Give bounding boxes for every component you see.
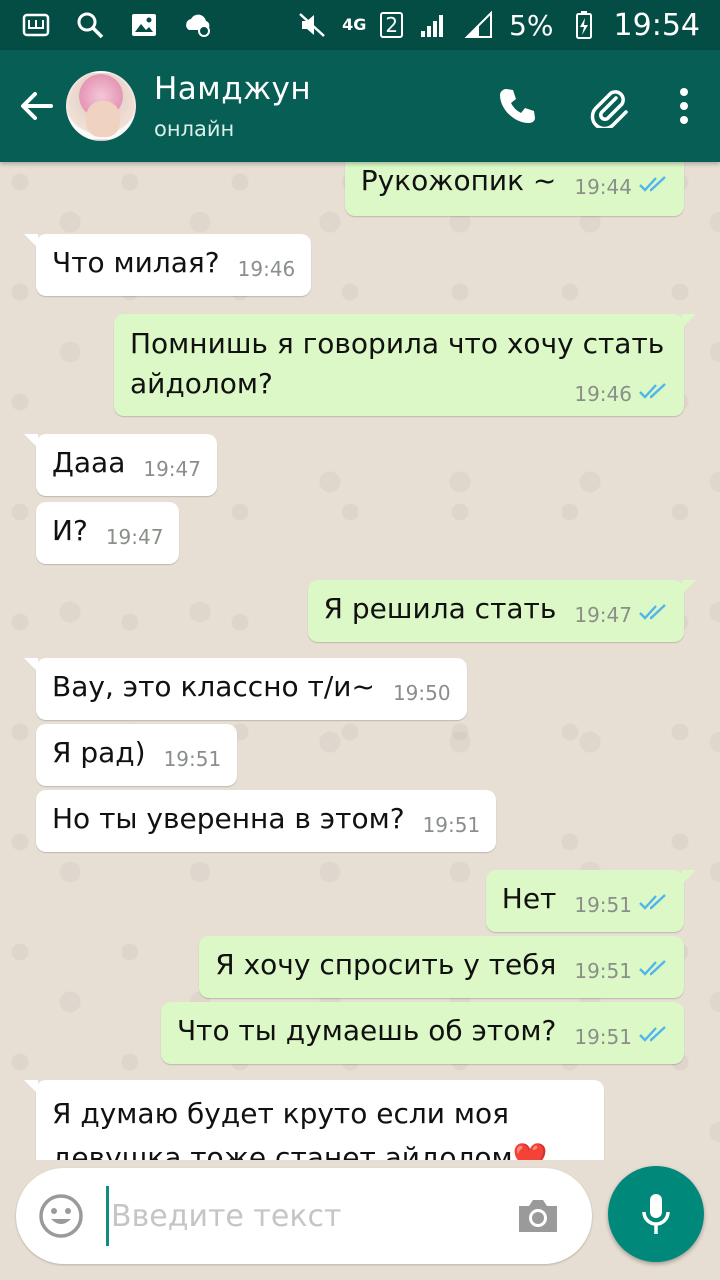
microphone-icon — [642, 1194, 670, 1234]
sim-app-icon — [20, 9, 52, 41]
message-incoming[interactable]: Что милая? 19:46 — [23, 234, 312, 296]
message-time: 19:46 — [237, 257, 296, 281]
signal-2-icon — [463, 9, 495, 41]
read-ticks-icon — [638, 881, 668, 923]
message-time: 19:50 — [392, 681, 451, 705]
more-options-button[interactable] — [678, 86, 690, 126]
message-time: 19:46 — [574, 382, 632, 406]
mute-icon — [296, 9, 328, 41]
contact-info[interactable]: Намджун онлайн — [154, 71, 311, 141]
message-text: Вау, это классно т/и~ — [52, 670, 375, 703]
message-outgoing[interactable]: Что ты думаешь об этом? 19:51 — [160, 1002, 684, 1064]
message-incoming[interactable]: Вау, это классно т/и~ 19:50 — [24, 658, 467, 720]
message-time: 19:47 — [574, 603, 632, 627]
message-text: Я хочу спросить у тебя — [215, 948, 557, 981]
battery-icon — [568, 9, 600, 41]
emoji-icon — [39, 1194, 83, 1238]
message-time: 19:47 — [105, 525, 164, 549]
contact-name: Намджун — [154, 71, 312, 107]
message-time: 19:51 — [163, 747, 222, 771]
message-text: Рукожопик ~ — [360, 164, 557, 197]
message-text: И? — [52, 514, 88, 547]
back-button[interactable] — [10, 76, 64, 136]
message-outgoing[interactable]: Я хочу спросить у тебя 19:51 — [199, 936, 684, 998]
message-incoming[interactable]: И? 19:47 — [36, 502, 180, 564]
cloud-settings-icon — [182, 9, 214, 41]
avatar[interactable] — [66, 71, 136, 141]
message-incoming[interactable]: Но ты уверенна в этом? 19:51 — [36, 790, 497, 852]
contact-status: онлайн — [154, 117, 235, 141]
more-vert-icon — [680, 88, 688, 124]
message-time: 19:51 — [574, 893, 632, 917]
message-time: 19:51 — [574, 1025, 632, 1049]
message-incoming[interactable]: Я думаю будет круто если моя девушка тож… — [24, 1080, 604, 1160]
read-ticks-icon — [638, 371, 668, 411]
message-text: Я решила стать — [323, 592, 557, 625]
message-text: Нет — [501, 882, 557, 915]
call-button[interactable] — [496, 85, 538, 127]
message-outgoing[interactable]: Я решила стать 19:47 — [307, 580, 697, 642]
message-input[interactable] — [106, 1186, 498, 1246]
emoji-button[interactable] — [16, 1193, 106, 1239]
attachment-icon — [590, 90, 628, 128]
chat-messages[interactable]: Рукожопик ~ 19:44 Что милая? 19:46 Помнишь… — [0, 162, 720, 1160]
message-time: 19:47 — [143, 457, 201, 481]
message-text: Но ты уверенна в этом? — [52, 802, 405, 835]
message-text: Что ты думаешь об этом? — [176, 1014, 557, 1047]
message-time: 19:51 — [422, 813, 481, 837]
message-text: Я рад) — [52, 736, 146, 769]
status-clock: 19:54 — [613, 7, 700, 43]
message-outgoing[interactable]: Нет 19:51 — [485, 870, 697, 932]
search-icon — [74, 9, 106, 41]
camera-button[interactable] — [498, 1196, 578, 1236]
read-ticks-icon — [638, 591, 668, 633]
message-text: Дааа — [52, 446, 126, 479]
read-ticks-icon — [638, 947, 668, 989]
message-incoming[interactable]: Я рад) 19:51 — [36, 724, 238, 786]
network-type-label: 4G — [342, 15, 367, 34]
camera-icon — [519, 1200, 557, 1232]
status-bar: 4G 2 5% 19:54 — [0, 0, 720, 50]
sim-slot-badge: 2 — [380, 12, 404, 38]
chat-header: Намджун онлайн — [0, 50, 720, 162]
voice-record-button[interactable] — [608, 1166, 704, 1262]
message-outgoing[interactable]: Рукожопик ~ 19:44 — [344, 162, 684, 216]
back-arrow-icon — [21, 92, 53, 120]
message-text: Я думаю будет круто если моя девушка тож… — [52, 1097, 548, 1160]
image-icon — [128, 9, 160, 41]
attach-button[interactable] — [586, 84, 630, 128]
message-composer — [16, 1168, 592, 1264]
phone-icon — [500, 89, 535, 123]
signal-icon — [417, 9, 449, 41]
read-ticks-icon — [638, 163, 668, 205]
battery-percent: 5% — [509, 8, 554, 42]
message-outgoing[interactable]: Помнишь я говорила что хочу стать айдоло… — [114, 314, 696, 416]
message-text: Что милая? — [52, 246, 220, 279]
message-time: 19:51 — [574, 959, 632, 983]
message-incoming[interactable]: Дааа 19:47 — [24, 434, 217, 496]
message-time: 19:44 — [574, 175, 632, 199]
read-ticks-icon — [638, 1013, 668, 1055]
